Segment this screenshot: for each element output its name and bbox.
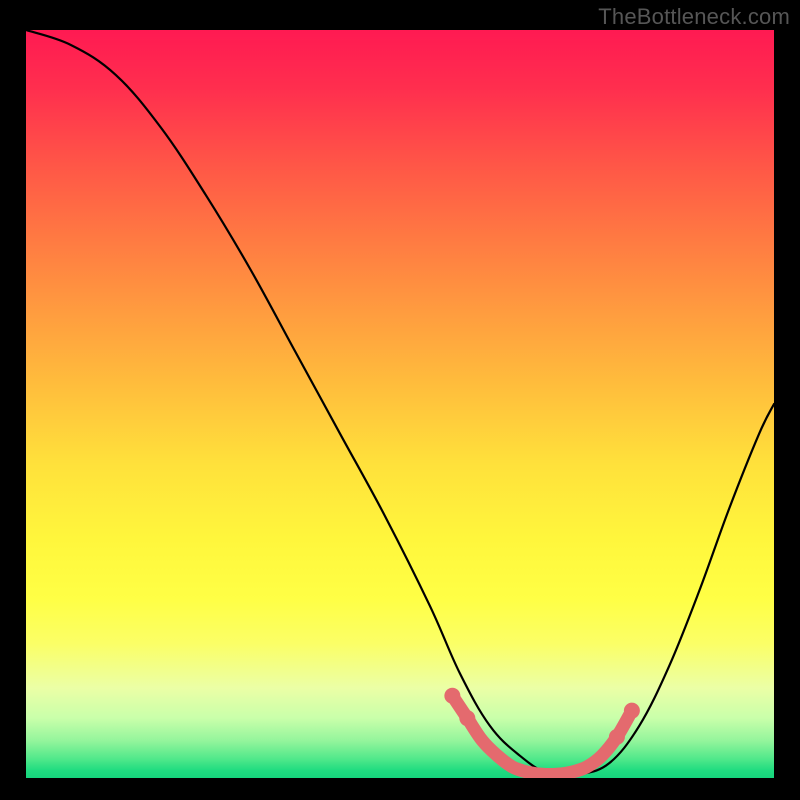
optimal-dot xyxy=(609,729,625,745)
optimal-dot xyxy=(444,688,460,704)
optimal-dot xyxy=(624,703,640,719)
chart-svg xyxy=(26,30,774,778)
plot-area xyxy=(26,30,774,778)
watermark-text: TheBottleneck.com xyxy=(598,4,790,30)
chart-frame: TheBottleneck.com xyxy=(0,0,800,800)
optimal-dot xyxy=(459,710,475,726)
bottleneck-curve xyxy=(26,30,774,776)
